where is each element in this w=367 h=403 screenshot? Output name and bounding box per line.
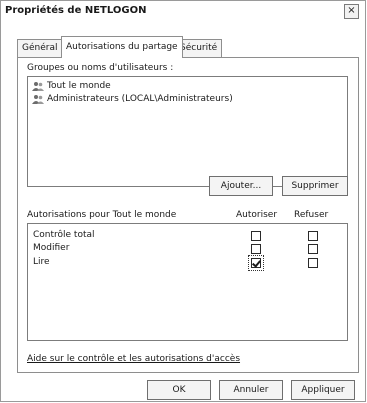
close-button[interactable]: ×	[344, 4, 359, 19]
list-item-everyone[interactable]: Tout le monde	[32, 80, 111, 92]
permission-full-control: Contrôle total	[33, 230, 95, 240]
deny-read-checkbox[interactable]	[308, 258, 318, 268]
allow-read-checkbox[interactable]	[248, 255, 264, 271]
permission-modify: Modifier	[33, 243, 70, 253]
add-button[interactable]: Ajouter...	[209, 176, 273, 196]
allow-modify-checkbox[interactable]	[251, 244, 261, 254]
users-listbox[interactable]: Tout le monde Administrateurs (LOCAL\Adm…	[27, 76, 348, 187]
window-title: Propriétés de NETLOGON	[5, 5, 147, 16]
allow-full-control-checkbox[interactable]	[251, 231, 261, 241]
apply-button[interactable]: Appliquer	[291, 380, 355, 400]
remove-button[interactable]: Supprimer	[282, 176, 348, 196]
permission-read: Lire	[33, 257, 50, 267]
tab-share-permissions[interactable]: Autorisations du partage	[61, 36, 183, 58]
allow-header: Autoriser	[236, 210, 278, 220]
tab-panel: Groupes ou noms d'utilisateurs : Tout le…	[17, 57, 359, 373]
list-item-label: Tout le monde	[47, 81, 111, 91]
groups-label: Groupes ou noms d'utilisateurs :	[27, 63, 174, 73]
ok-button[interactable]: OK	[147, 380, 211, 400]
cancel-button[interactable]: Annuler	[219, 380, 283, 400]
tab-general[interactable]: Général	[17, 39, 63, 57]
deny-header: Refuser	[294, 210, 329, 220]
title-bar: Propriétés de NETLOGON ×	[1, 1, 365, 21]
list-item-administrators[interactable]: Administrateurs (LOCAL\Administrateurs)	[32, 93, 233, 105]
users-icon	[32, 81, 44, 91]
deny-modify-checkbox[interactable]	[308, 244, 318, 254]
help-link[interactable]: Aide sur le contrôle et les autorisation…	[27, 354, 240, 364]
list-item-label: Administrateurs (LOCAL\Administrateurs)	[47, 94, 233, 104]
properties-dialog: Propriétés de NETLOGON × Général Autoris…	[0, 0, 366, 402]
permissions-listbox: Contrôle total Modifier Lire	[27, 223, 348, 341]
permissions-label: Autorisations pour Tout le monde	[27, 210, 177, 220]
deny-full-control-checkbox[interactable]	[308, 231, 318, 241]
users-icon	[32, 94, 44, 104]
